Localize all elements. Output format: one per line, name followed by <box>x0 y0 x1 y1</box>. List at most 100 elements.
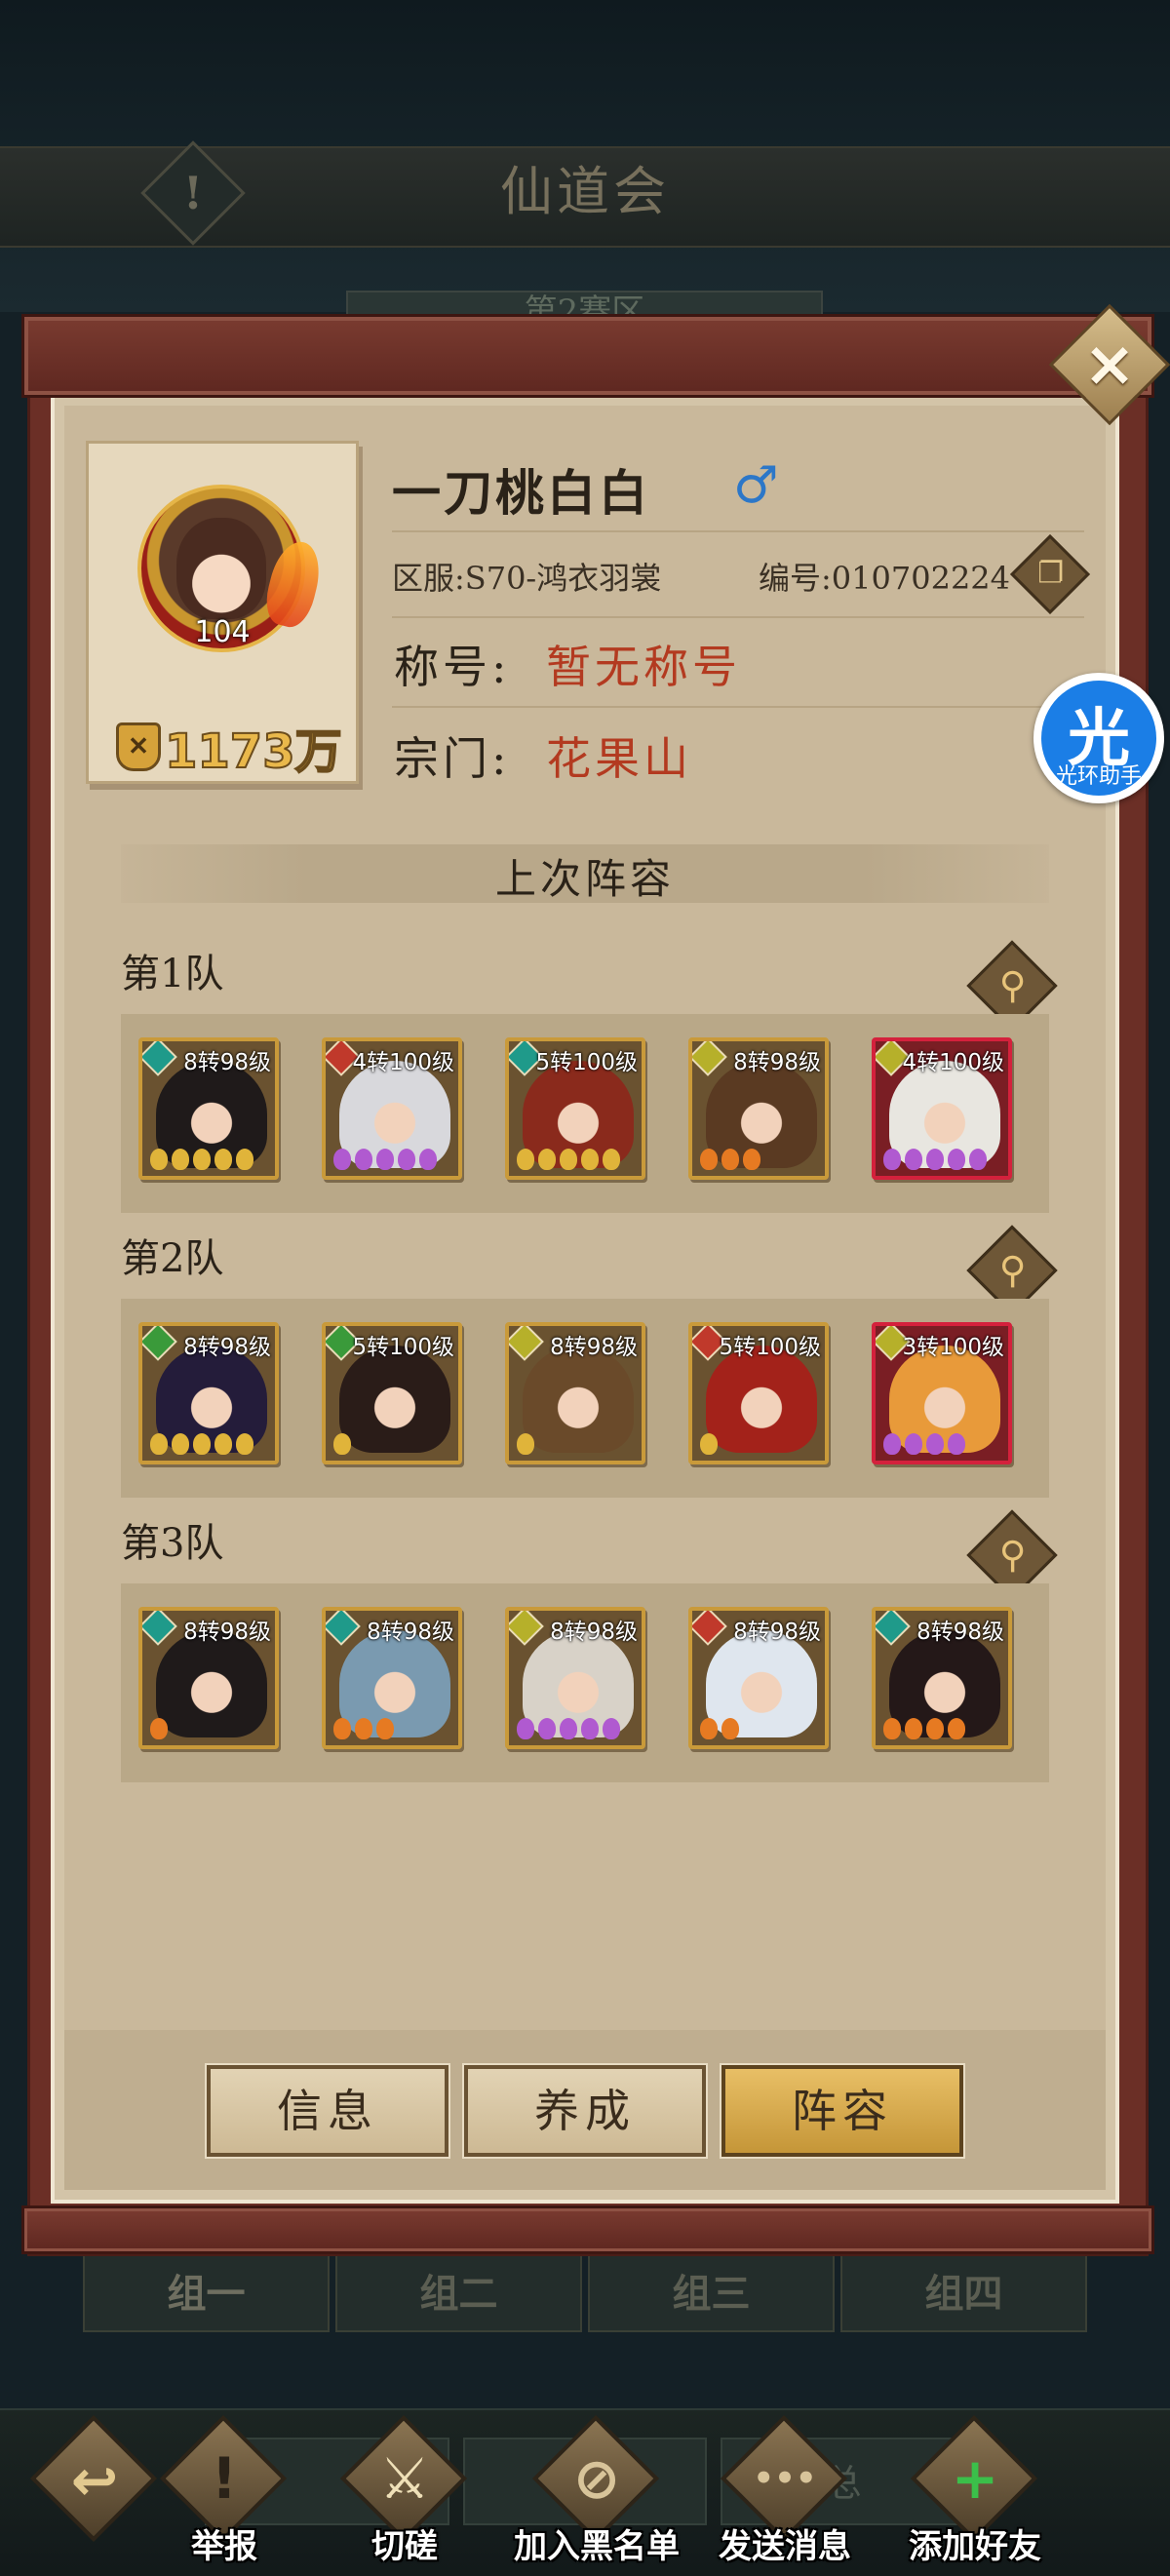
chat-bubble-button[interactable]: ••• 发送消息 <box>712 2414 858 2572</box>
star-flame-icon <box>538 1718 556 1739</box>
star-flame-icon <box>905 1149 922 1170</box>
tab-info[interactable]: 信息 <box>205 2063 450 2159</box>
dialog-header-bar <box>21 314 1154 398</box>
star-flame-icon <box>926 1718 944 1739</box>
tab-lineup[interactable]: 阵容 <box>720 2063 965 2159</box>
hero-card[interactable]: 8转98级 <box>688 1607 829 1749</box>
add-friend-icon: + <box>951 2445 999 2512</box>
hero-stars <box>517 1149 620 1172</box>
star-flame-icon <box>538 1149 556 1170</box>
title-value: 暂无称号 <box>546 641 741 693</box>
star-flame-icon <box>560 1149 577 1170</box>
star-flame-icon <box>517 1149 534 1170</box>
warning-button[interactable]: ! 举报 <box>151 2414 297 2572</box>
avatar-card[interactable]: 104 ✕ 1173万 <box>86 441 359 784</box>
hero-card[interactable]: 8转98级 <box>322 1607 462 1749</box>
crossed-swords-icon: ⚔ <box>379 2445 430 2512</box>
group-tab-2: 组二 <box>335 2252 582 2332</box>
block-user-button[interactable]: ⊘ 加入黑名单 <box>514 2414 680 2572</box>
star-flame-icon <box>333 1433 351 1455</box>
hero-card[interactable]: 5转100级 <box>688 1322 829 1464</box>
hero-card[interactable]: 8转98级 <box>138 1322 279 1464</box>
hero-element-icon <box>509 1326 544 1361</box>
hero-card[interactable]: 8转98级 <box>872 1607 1012 1749</box>
hero-level: 5转100级 <box>352 1335 454 1360</box>
warning-icon: ! <box>211 2445 238 2512</box>
lineup-header: 上次阵容 <box>121 844 1049 903</box>
hero-stars <box>700 1718 739 1741</box>
hero-portrait <box>339 1346 450 1453</box>
star-flame-icon <box>376 1149 394 1170</box>
star-flame-icon <box>376 1718 394 1739</box>
player-name: 一刀桃白白 <box>392 464 650 522</box>
hero-stars <box>150 1149 254 1172</box>
star-flame-icon <box>603 1718 620 1739</box>
hero-element-icon <box>142 1326 177 1361</box>
hero-element-icon <box>142 1611 177 1646</box>
divider <box>392 530 1084 532</box>
team-2-row: 8转98级 5转100级 8转98级 5转100级 3转100级 <box>121 1299 1049 1498</box>
hero-level: 8转98级 <box>183 1335 271 1360</box>
star-flame-icon <box>150 1149 168 1170</box>
hero-level: 8转98级 <box>733 1050 821 1075</box>
hero-card[interactable]: 5转100级 <box>505 1037 645 1180</box>
assistant-floating-button[interactable]: 光 光环助手 <box>1034 673 1164 803</box>
hero-portrait <box>706 1346 817 1453</box>
star-flame-icon <box>926 1433 944 1455</box>
team-3-row: 8转98级 8转98级 8转98级 8转98级 8转98级 <box>121 1583 1049 1782</box>
star-flame-icon <box>193 1149 211 1170</box>
hero-element-icon <box>692 1041 727 1076</box>
title-label: 称号: <box>394 641 511 693</box>
hero-card[interactable]: 8转98级 <box>138 1037 279 1180</box>
hero-stars <box>883 1433 965 1457</box>
team-2-label: 第2队 <box>121 1236 224 1281</box>
star-flame-icon <box>743 1149 760 1170</box>
star-flame-icon <box>333 1718 351 1739</box>
chat-bubble-icon: ••• <box>753 2459 817 2498</box>
magnifier-icon: ⚲ <box>998 1533 1027 1577</box>
star-flame-icon <box>581 1149 599 1170</box>
hero-level: 4转100级 <box>902 1050 1004 1075</box>
action-label: 切磋 <box>371 2527 438 2566</box>
hero-level: 5转100级 <box>535 1050 638 1075</box>
action-label: 添加好友 <box>909 2527 1041 2566</box>
star-flame-icon <box>172 1149 189 1170</box>
avatar-portrait <box>176 518 266 619</box>
hero-element-icon <box>326 1611 361 1646</box>
combat-power-icon: ✕ <box>116 722 161 771</box>
hero-element-icon <box>142 1041 177 1076</box>
star-flame-icon <box>722 1149 739 1170</box>
hero-card[interactable]: 3转100级 <box>872 1322 1012 1464</box>
sect-value: 花果山 <box>546 732 692 785</box>
add-friend-button[interactable]: + 添加好友 <box>902 2414 1048 2572</box>
star-flame-icon <box>603 1149 620 1170</box>
male-gender-icon: ♂ <box>733 456 779 515</box>
star-flame-icon <box>722 1718 739 1739</box>
hero-portrait <box>156 1630 267 1737</box>
star-flame-icon <box>926 1149 944 1170</box>
crossed-swords-button[interactable]: ⚔ 切磋 <box>332 2414 478 2572</box>
hero-stars <box>700 1149 760 1172</box>
star-flame-icon <box>700 1433 718 1455</box>
hero-card[interactable]: 4转100级 <box>322 1037 462 1180</box>
hero-level: 8转98级 <box>733 1620 821 1645</box>
hero-stars <box>333 1149 437 1172</box>
star-flame-icon <box>883 1149 901 1170</box>
hero-stars <box>333 1718 394 1741</box>
star-flame-icon <box>398 1149 415 1170</box>
hero-card[interactable]: 8转98级 <box>505 1322 645 1464</box>
hero-card[interactable]: 4转100级 <box>872 1037 1012 1180</box>
tab-growth[interactable]: 养成 <box>462 2063 708 2159</box>
hero-card[interactable]: 8转98级 <box>138 1607 279 1749</box>
hero-stars <box>883 1149 987 1172</box>
star-flame-icon <box>517 1433 534 1455</box>
team-3-label: 第3队 <box>121 1521 224 1566</box>
hero-card[interactable]: 8转98级 <box>688 1037 829 1180</box>
sect-label: 宗门: <box>394 732 511 785</box>
hero-card[interactable]: 8转98级 <box>505 1607 645 1749</box>
hero-stars <box>700 1433 718 1457</box>
hero-stars <box>517 1433 534 1457</box>
hero-card[interactable]: 5转100级 <box>322 1322 462 1464</box>
hero-level: 8转98级 <box>367 1620 454 1645</box>
hero-stars <box>150 1433 254 1457</box>
